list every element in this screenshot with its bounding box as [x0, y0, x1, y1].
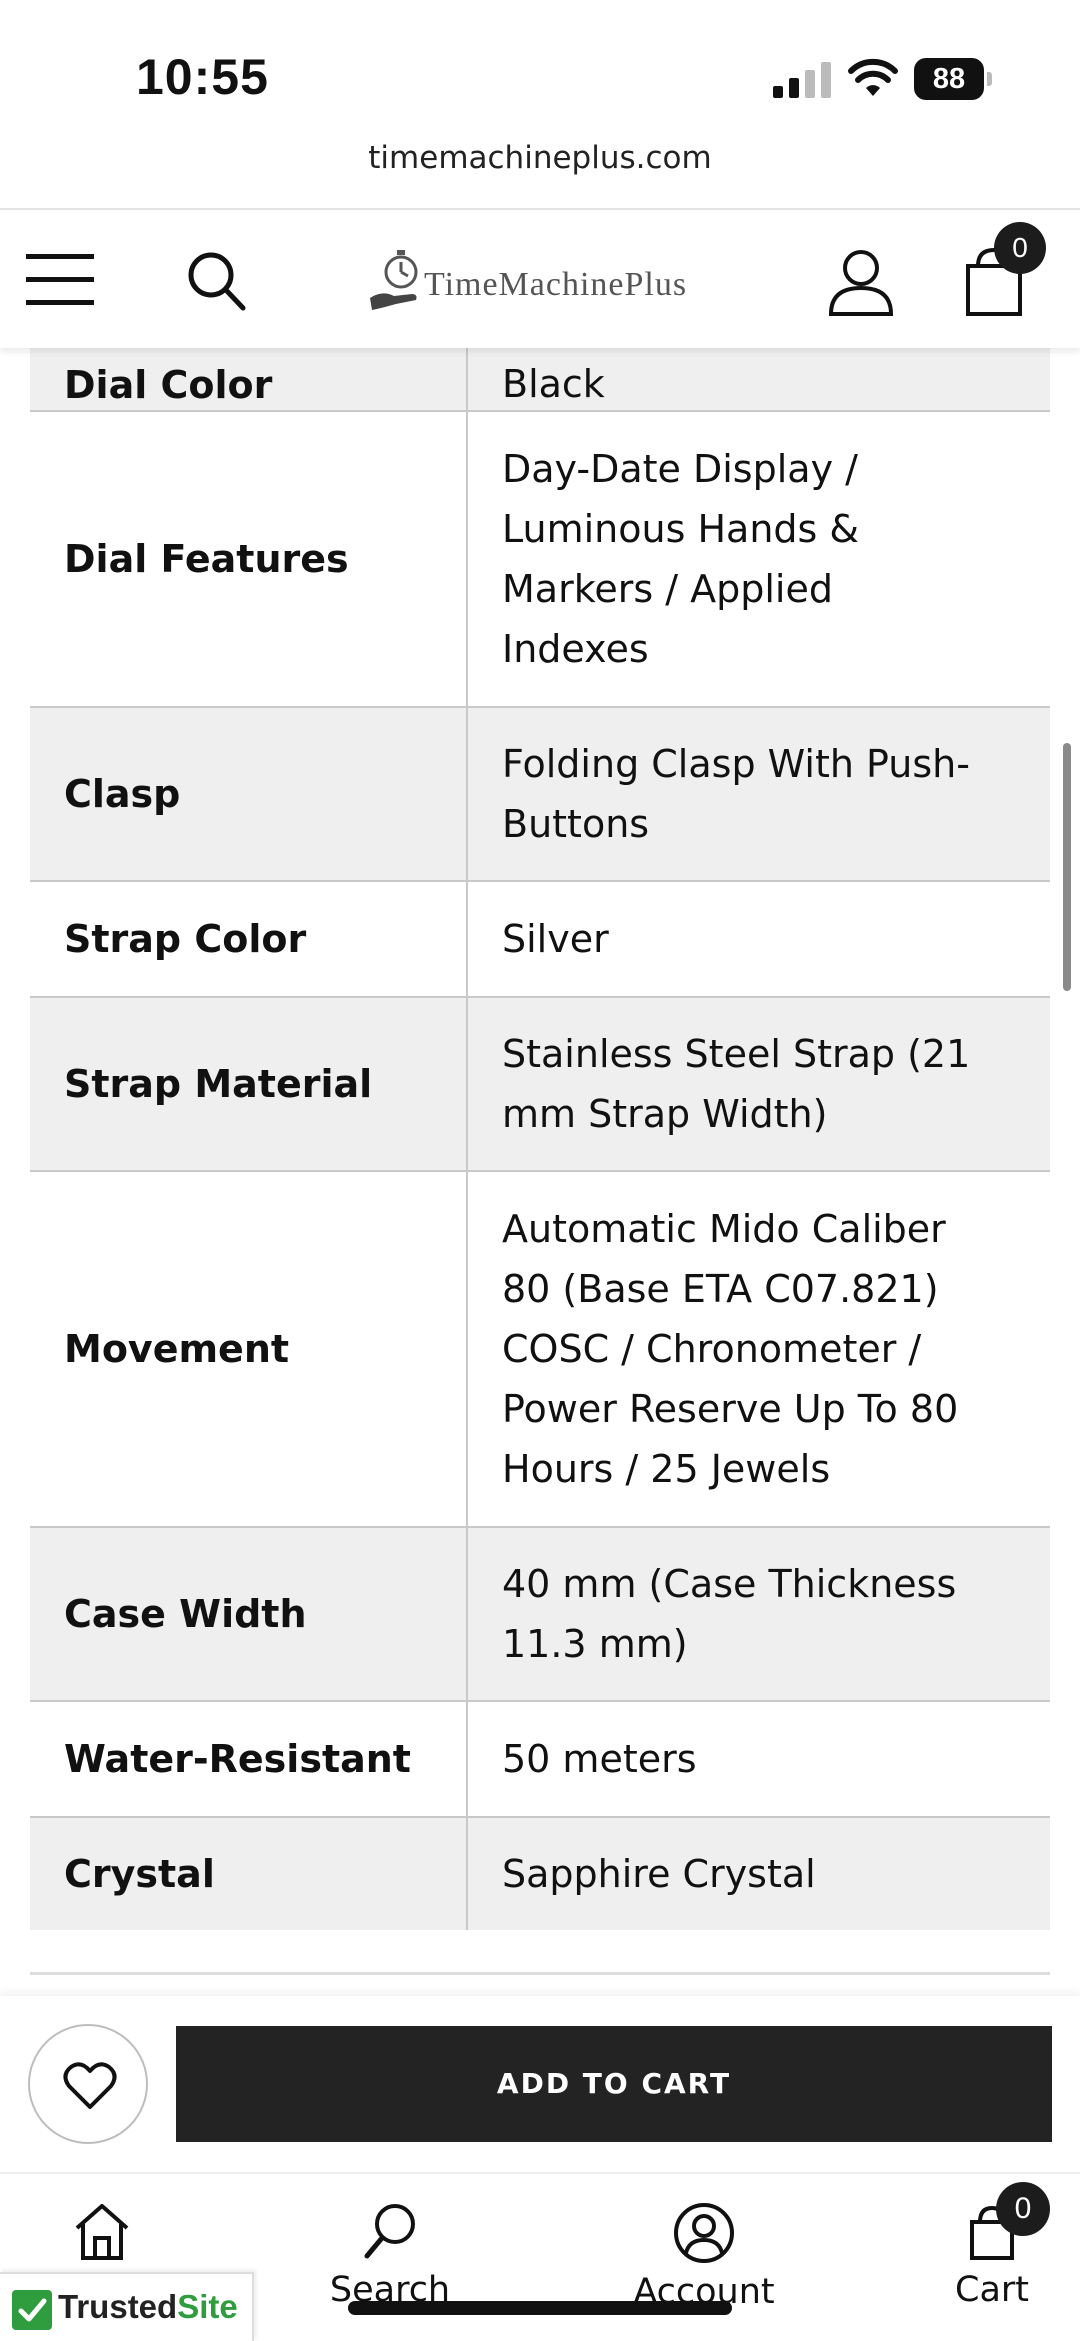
spec-label: Dial Features	[30, 412, 468, 706]
spec-value: Silver	[502, 917, 609, 961]
table-row: Movement Automatic Mido Caliber 80 (Base…	[30, 1172, 1050, 1528]
trustedsite-label: TrustedSite	[58, 2288, 238, 2325]
hamburger-menu-icon[interactable]	[26, 252, 94, 308]
home-indicator	[348, 2301, 732, 2315]
trustedsite-badge[interactable]: TrustedSite	[0, 2272, 254, 2341]
search-icon	[364, 2204, 415, 2259]
spec-value: Sapphire Crystal	[502, 1852, 816, 1896]
nav-cart[interactable]: Cart	[892, 2202, 1080, 2310]
table-row: Case Width 40 mm (Case Thickness 11.3 mm…	[30, 1528, 1050, 1702]
spec-label: Water-Resistant	[30, 1702, 468, 1816]
specifications-table: Dial Color Black Dial Features Day-Date …	[30, 300, 1050, 1930]
site-header: TimeMachinePlus 0	[0, 208, 1080, 348]
cellular-signal-icon	[773, 62, 831, 98]
spec-value: Stainless Steel Strap (21 mm Strap Width…	[502, 1032, 971, 1136]
spec-label: Movement	[30, 1172, 468, 1526]
wishlist-button[interactable]	[28, 2024, 148, 2144]
table-row: Strap Material Stainless Steel Strap (21…	[30, 998, 1050, 1172]
table-row: Clasp Folding Clasp With Push- Buttons	[30, 708, 1050, 882]
nav-home[interactable]	[2, 2202, 202, 2270]
home-icon	[75, 2204, 129, 2260]
heart-icon	[63, 2062, 117, 2109]
table-row: Water-Resistant 50 meters	[30, 1702, 1050, 1818]
table-row: Crystal Sapphire Crystal	[30, 1818, 1050, 1930]
nav-account[interactable]: Account	[604, 2202, 804, 2312]
url-bar[interactable]: timemachineplus.com	[0, 140, 1080, 208]
spec-value: 40 mm (Case Thickness 11.3 mm)	[502, 1562, 957, 1666]
sticky-add-to-cart-bar: ADD TO CART	[0, 1996, 1080, 2172]
cart-count-badge: 0	[996, 2182, 1050, 2236]
table-row: Dial Features Day-Date Display / Luminou…	[30, 412, 1050, 708]
page-scrollbar[interactable]	[1063, 743, 1071, 991]
stopwatch-hand-logo-icon	[370, 250, 418, 310]
status-bar: 10:55 88	[0, 0, 1080, 150]
battery-level: 88	[914, 58, 984, 100]
spec-label: Strap Color	[30, 882, 468, 996]
cart-count-badge: 0	[994, 222, 1046, 274]
nav-cart-label: Cart	[955, 2270, 1029, 2310]
spec-value: Automatic Mido Caliber 80 (Base ETA C07.…	[502, 1207, 959, 1491]
checkmark-icon	[12, 2290, 52, 2330]
battery-icon: 88	[914, 58, 992, 100]
account-icon[interactable]	[828, 248, 894, 316]
spec-value: 50 meters	[502, 1737, 697, 1781]
site-logo[interactable]: TimeMachinePlus	[368, 246, 688, 316]
spec-value: Folding Clasp With Push- Buttons	[502, 742, 970, 846]
clock-time: 10:55	[136, 49, 269, 105]
add-to-cart-button[interactable]: ADD TO CART	[176, 2026, 1052, 2142]
spec-label: Strap Material	[30, 998, 468, 1170]
spec-value: Day-Date Display / Luminous Hands & Mark…	[502, 447, 860, 671]
logo-text: TimeMachinePlus	[424, 266, 688, 303]
search-icon[interactable]	[186, 250, 246, 312]
spec-label: Clasp	[30, 708, 468, 880]
table-row: Strap Color Silver	[30, 882, 1050, 998]
account-circle-icon	[674, 2203, 734, 2263]
nav-search[interactable]: Search	[290, 2202, 490, 2310]
spec-label: Case Width	[30, 1528, 468, 1700]
spec-label: Crystal	[30, 1818, 468, 1930]
wifi-icon	[848, 58, 898, 96]
section-divider	[30, 1972, 1050, 1975]
